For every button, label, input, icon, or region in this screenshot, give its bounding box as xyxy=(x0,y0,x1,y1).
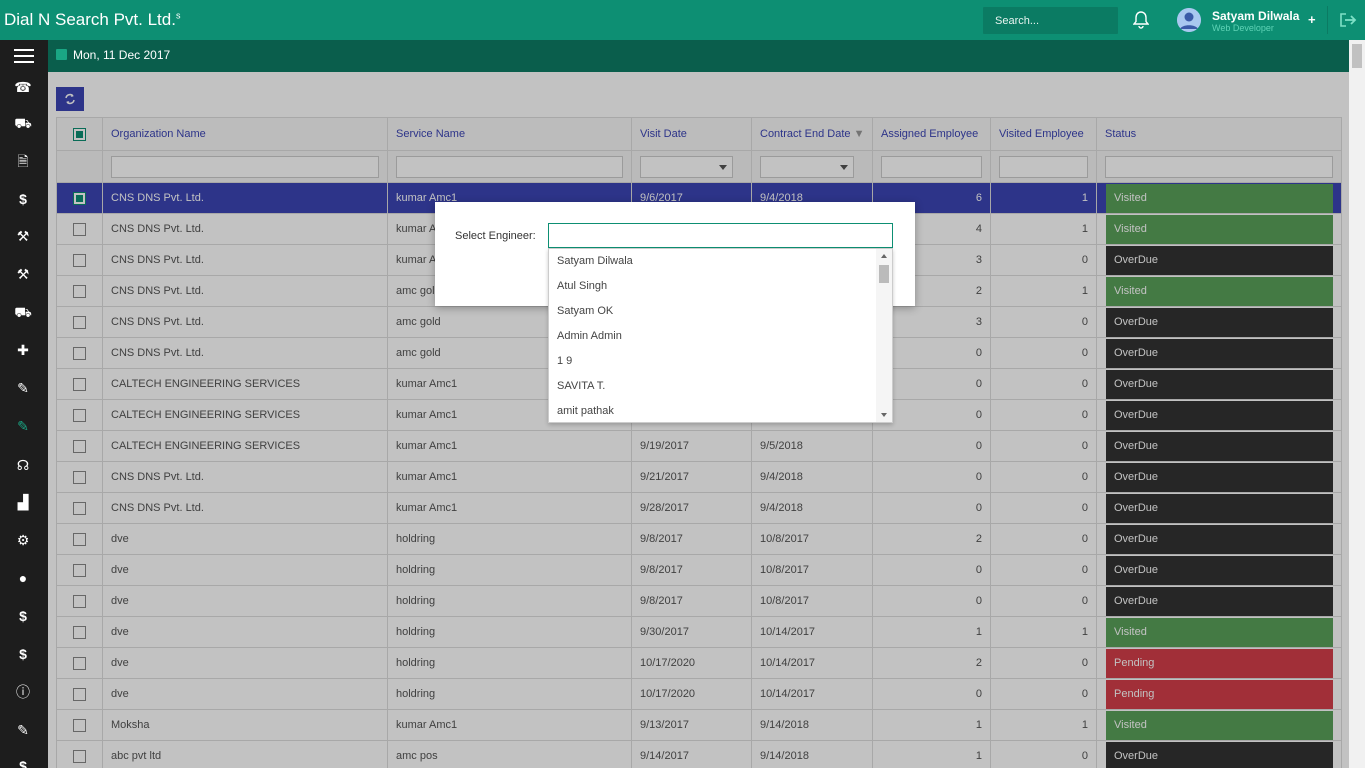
search-input[interactable]: Search... xyxy=(983,7,1118,34)
dropdown-scrollbar[interactable] xyxy=(876,249,892,422)
dollar-icon[interactable]: $ xyxy=(14,190,32,208)
chart-icon[interactable]: ▟ xyxy=(14,493,32,511)
bell-icon[interactable] xyxy=(1133,11,1149,29)
info-icon[interactable]: ⓘ xyxy=(14,683,32,701)
gavel-icon[interactable]: ⚒ xyxy=(14,227,32,245)
avatar[interactable] xyxy=(1177,8,1201,32)
engineer-option[interactable]: Atul Singh xyxy=(557,280,607,292)
dollar-icon[interactable]: $ xyxy=(14,757,32,768)
engineer-option[interactable]: Satyam OK xyxy=(557,305,613,317)
truck-icon[interactable]: ⛟ xyxy=(14,303,32,321)
user-name[interactable]: Satyam Dilwala xyxy=(1212,9,1299,23)
sidebar: ☎ ⛟ 🗎 $ ⚒ ⚒ ⛟ ✚ ✎ ✎ ☊ ▟ ⚙ ● $ $ ⓘ ✎ $ xyxy=(0,72,48,768)
gears-icon[interactable]: ⚙ xyxy=(14,531,32,549)
wrench-icon[interactable]: ✎ xyxy=(14,417,32,435)
dropdown-scroll-thumb[interactable] xyxy=(879,265,889,283)
engineer-option[interactable]: SAVITA T. xyxy=(557,380,605,392)
scroll-up-icon[interactable] xyxy=(881,254,887,258)
wrench-icon[interactable]: ✎ xyxy=(14,721,32,739)
divider xyxy=(1327,6,1328,34)
brand-text: Dial N Search Pvt. Ltd. xyxy=(4,10,176,29)
engineer-option[interactable]: Satyam Dilwala xyxy=(557,255,633,267)
scroll-down-icon[interactable] xyxy=(881,413,887,417)
calendar-icon xyxy=(56,49,67,60)
engineer-option[interactable]: Admin Admin xyxy=(557,330,622,342)
top-header: Dial N Search Pvt. Ltd.s Search... Satya… xyxy=(0,0,1365,40)
app-brand[interactable]: Dial N Search Pvt. Ltd.s xyxy=(4,10,180,30)
select-engineer-label: Select Engineer: xyxy=(455,230,536,242)
phone-icon[interactable]: ☎ xyxy=(14,78,32,96)
date-text: Mon, 11 Dec 2017 xyxy=(73,48,171,62)
logout-icon[interactable] xyxy=(1339,12,1357,28)
brand-superscript: s xyxy=(175,10,181,21)
user-icon[interactable]: ● xyxy=(14,569,32,587)
engineer-combobox[interactable] xyxy=(548,223,893,248)
wrench-icon[interactable]: ✎ xyxy=(14,379,32,397)
plus-icon[interactable]: + xyxy=(1308,12,1316,27)
engineer-dropdown-list: Satyam Dilwala Atul Singh Satyam OK Admi… xyxy=(548,248,893,423)
page-scrollbar-thumb[interactable] xyxy=(1352,44,1362,68)
basket-icon[interactable]: ⛟ xyxy=(14,114,32,132)
engineer-option[interactable]: amit pathak xyxy=(557,405,614,417)
menu-toggle[interactable] xyxy=(0,40,48,72)
current-date: Mon, 11 Dec 2017 xyxy=(56,48,170,62)
puzzle-icon[interactable]: ✚ xyxy=(14,341,32,359)
user-role: Web Developer xyxy=(1212,23,1274,33)
dollar-icon[interactable]: $ xyxy=(14,645,32,663)
dollar-icon[interactable]: $ xyxy=(14,607,32,625)
engineer-option[interactable]: 1 9 xyxy=(557,355,572,367)
headphones-icon[interactable]: ☊ xyxy=(14,456,32,474)
page-scrollbar[interactable] xyxy=(1349,40,1365,768)
gavel-icon[interactable]: ⚒ xyxy=(14,265,32,283)
pdf-icon[interactable]: 🗎 xyxy=(14,152,32,170)
date-bar xyxy=(48,40,1365,72)
